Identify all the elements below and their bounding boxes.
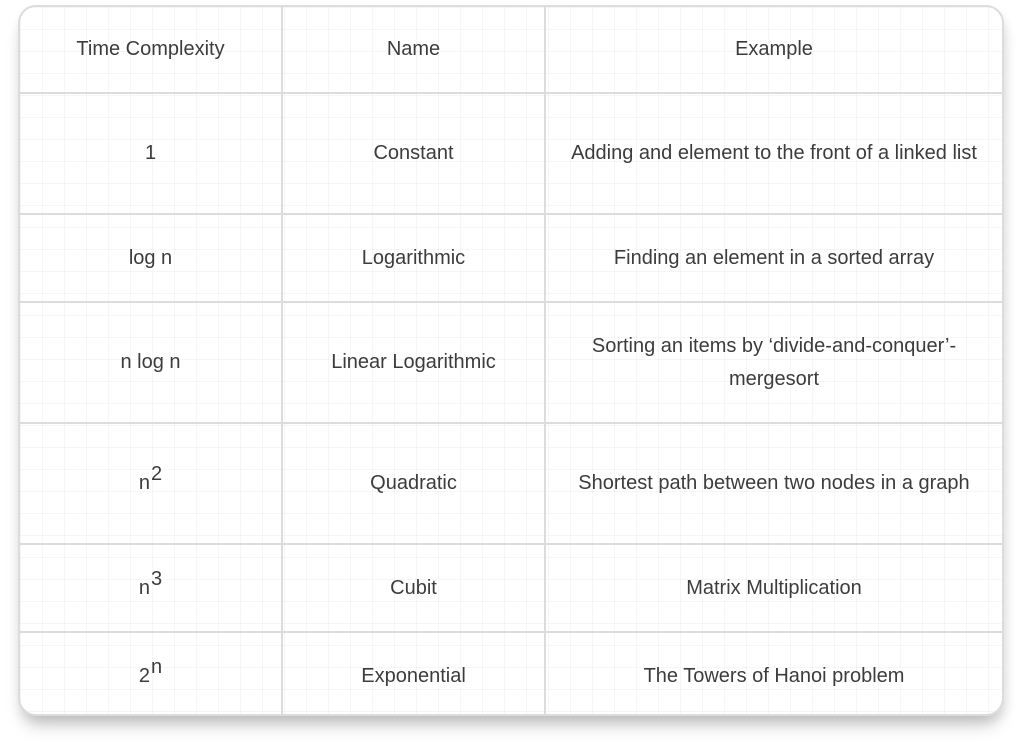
table-row: 1 Constant Adding and element to the fro… <box>20 92 1002 215</box>
complexity-cell: 1 <box>20 92 283 215</box>
table-row: 2n Exponential The Towers of Hanoi probl… <box>20 631 1002 714</box>
name-cell: Quadratic <box>281 422 546 545</box>
complexity-table-card: Time Complexity Name Example 1 Constant … <box>18 5 1004 716</box>
table-row: n3 Cubit Matrix Multiplication <box>20 543 1002 633</box>
complexity-base: n <box>138 472 150 494</box>
complexity-value: n log n <box>120 351 181 373</box>
header-name: Name <box>281 7 546 94</box>
complexity-value: 1 <box>144 142 157 164</box>
time-complexity-table: Time Complexity Name Example 1 Constant … <box>20 7 1002 714</box>
header-time-complexity: Time Complexity <box>20 7 283 94</box>
table-header-row: Time Complexity Name Example <box>20 7 1002 94</box>
example-cell: Adding and element to the front of a lin… <box>544 92 1002 215</box>
example-cell: Matrix Multiplication <box>544 543 1002 633</box>
name-cell: Exponential <box>281 631 546 714</box>
complexity-value: log n <box>128 246 173 269</box>
example-cell: Sorting an items by ‘divide-and-conquer’… <box>544 301 1002 424</box>
complexity-cell: log n <box>20 213 283 303</box>
name-cell: Logarithmic <box>281 213 546 303</box>
name-cell: Constant <box>281 92 546 215</box>
table-row: log n Logarithmic Finding an element in … <box>20 213 1002 303</box>
name-cell: Cubit <box>281 543 546 633</box>
complexity-cell: n3 <box>20 543 283 633</box>
table-row: n log n Linear Logarithmic Sorting an it… <box>20 301 1002 424</box>
name-cell: Linear Logarithmic <box>281 301 546 424</box>
complexity-base: 2 <box>138 665 150 687</box>
header-example: Example <box>544 7 1002 94</box>
complexity-cell: 2n <box>20 631 283 714</box>
complexity-cell: n2 <box>20 422 283 545</box>
complexity-cell: n log n <box>20 301 283 424</box>
complexity-base: n <box>138 576 150 599</box>
example-cell: The Towers of Hanoi problem <box>544 631 1002 714</box>
complexity-exponent: 2 <box>151 463 163 485</box>
example-cell: Shortest path between two nodes in a gra… <box>544 422 1002 545</box>
table-row: n2 Quadratic Shortest path between two n… <box>20 422 1002 545</box>
example-cell: Finding an element in a sorted array <box>544 213 1002 303</box>
complexity-exponent: 3 <box>151 567 163 590</box>
complexity-exponent: n <box>151 656 163 678</box>
